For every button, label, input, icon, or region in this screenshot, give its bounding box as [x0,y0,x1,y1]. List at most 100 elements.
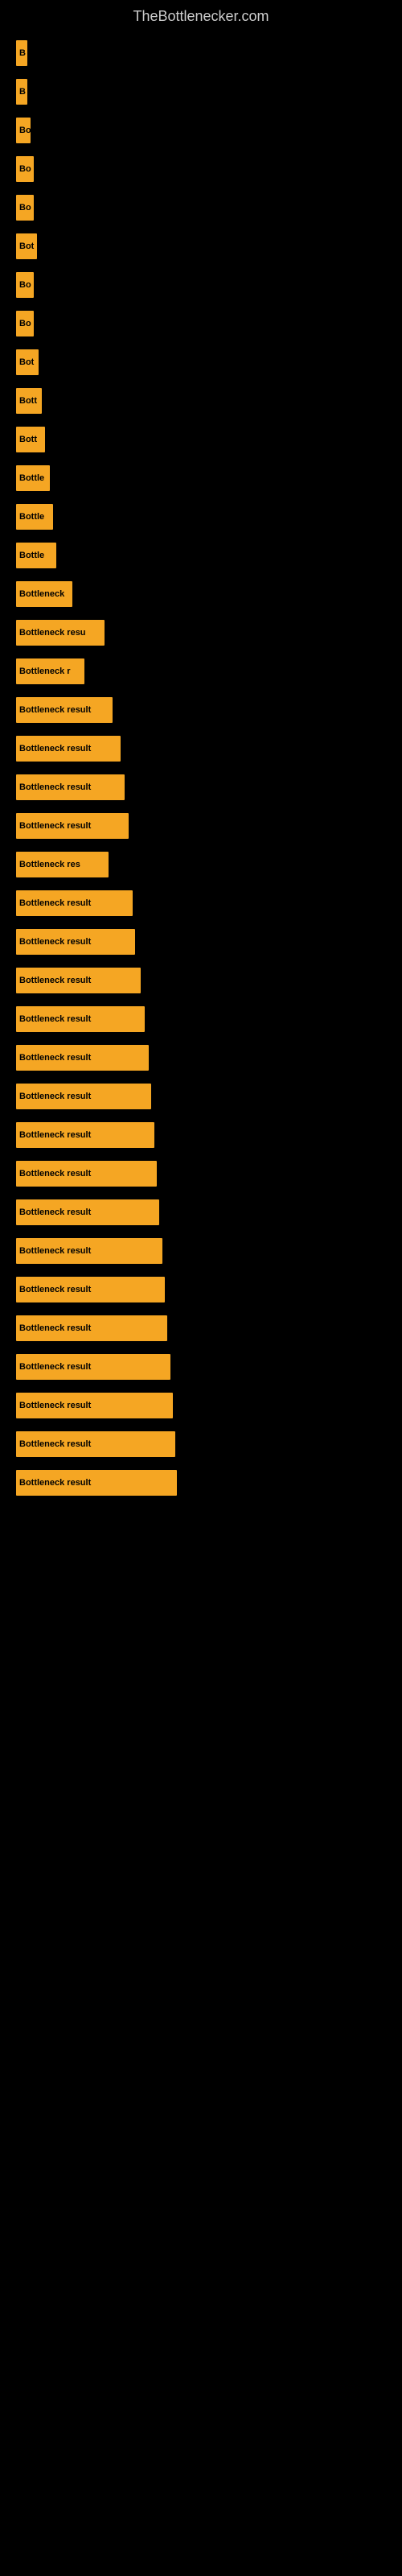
bar: Bottleneck result [16,929,135,955]
bar-row: Bottle [16,462,386,494]
bar: Bott [16,427,45,452]
bar-row: Bottleneck result [16,1080,386,1113]
bar-label: Bottleneck result [19,1169,91,1179]
bar-row: Bottleneck result [16,1467,386,1499]
bar-label: Bottleneck result [19,937,91,947]
bar-label: Bottleneck res [19,860,80,869]
bar-label: Bo [19,164,31,174]
bar-row: Bottle [16,539,386,572]
bar: B [16,79,27,105]
bar: Bo [16,156,34,182]
bar: Bottleneck result [16,736,121,762]
bar: Bottleneck result [16,774,125,800]
bar-label: Bottleneck result [19,1285,91,1294]
bar-label: Bottleneck result [19,1439,91,1449]
bar-row: Bottleneck [16,578,386,610]
bar-label: Bottleneck result [19,1130,91,1140]
bar-label: Bottleneck result [19,1323,91,1333]
bar: Bottleneck result [16,1084,151,1109]
bar-label: Bottleneck result [19,1053,91,1063]
bar-label: Bottle [19,512,44,522]
bar-row: Bottle [16,501,386,533]
bar-row: Bottleneck result [16,1196,386,1228]
bar-label: Bottleneck result [19,1208,91,1217]
bar-label: Bottleneck result [19,1401,91,1410]
bar-label: Bottleneck resu [19,628,86,638]
bar-label: Bo [19,126,31,135]
bar: Bottleneck result [16,813,129,839]
bar-row: Bo [16,308,386,340]
bar: Bottleneck result [16,1006,145,1032]
bar-row: Bo [16,192,386,224]
bar-row: Bottleneck result [16,1428,386,1460]
bar: Bottleneck result [16,697,113,723]
bar-row: Bottleneck result [16,1389,386,1422]
bar: Bo [16,195,34,221]
bar: Bottle [16,543,56,568]
bar-row: Bottleneck result [16,694,386,726]
bar-row: B [16,37,386,69]
bar-row: Bot [16,230,386,262]
bar-label: Bottleneck result [19,744,91,753]
bar: Bott [16,388,42,414]
bar-row: Bottleneck res [16,848,386,881]
bar-row: Bottleneck result [16,1003,386,1035]
bar: Bottleneck result [16,968,141,993]
bar-row: Bottleneck result [16,810,386,842]
bar: Bottleneck result [16,1470,177,1496]
bar-label: Bottle [19,551,44,560]
bar-label: Bottleneck [19,589,64,599]
bar-row: Bottleneck result [16,1235,386,1267]
bar-label: Bottleneck result [19,1092,91,1101]
bar-row: Bottleneck result [16,1312,386,1344]
bar: Bottleneck result [16,1354,170,1380]
bar: Bo [16,118,31,143]
bar-label: Bott [19,435,37,444]
bar-row: Bottleneck result [16,1158,386,1190]
bar-row: Bottleneck result [16,1042,386,1074]
bar: Bottleneck result [16,1431,175,1457]
bar: Bo [16,311,34,336]
bar-label: Bottleneck result [19,1014,91,1024]
bar-row: Bottleneck result [16,964,386,997]
bar-label: Bottleneck result [19,1246,91,1256]
bar: Bottleneck result [16,1393,173,1418]
bar: Bottleneck result [16,1045,149,1071]
bar-row: Bo [16,153,386,185]
bar: Bottleneck result [16,890,133,916]
bar-label: Bottleneck r [19,667,71,676]
bar-label: Bottleneck result [19,1362,91,1372]
bar-row: Bottleneck result [16,887,386,919]
bar-label: Bottleneck result [19,821,91,831]
bar: Bottleneck result [16,1315,167,1341]
bar: Bottleneck res [16,852,109,877]
bar-label: Bottleneck result [19,976,91,985]
bar: Bottleneck result [16,1199,159,1225]
bar-row: Bottleneck result [16,926,386,958]
bars-container: B B Bo Bo Bo Bot Bo Bo Bot Bott Bott Bottle Bottle Bo… [0,29,402,1513]
bar: B [16,40,27,66]
bar-row: Bottleneck result [16,771,386,803]
bar-row: Bo [16,269,386,301]
bar: Bottleneck r [16,658,84,684]
bar: Bottleneck [16,581,72,607]
bar-row: Bottleneck result [16,1351,386,1383]
bar-label: Bottleneck result [19,1478,91,1488]
bar: Bottleneck result [16,1277,165,1302]
bar-label: B [19,87,26,97]
bar: Bottleneck result [16,1238,162,1264]
bar-label: Bott [19,396,37,406]
bar: Bot [16,233,37,259]
bar: Bottleneck result [16,1161,157,1187]
bar-label: Bo [19,280,31,290]
bar-label: Bot [19,357,34,367]
bar-label: Bottleneck result [19,782,91,792]
bar-row: Bottleneck r [16,655,386,687]
bar-row: Bottleneck result [16,733,386,765]
bar: Bottleneck result [16,1122,154,1148]
bar-label: Bo [19,203,31,213]
bar-label: Bot [19,242,34,251]
bar-label: Bottleneck result [19,705,91,715]
bar-row: Bott [16,385,386,417]
bar-row: Bottleneck result [16,1274,386,1306]
